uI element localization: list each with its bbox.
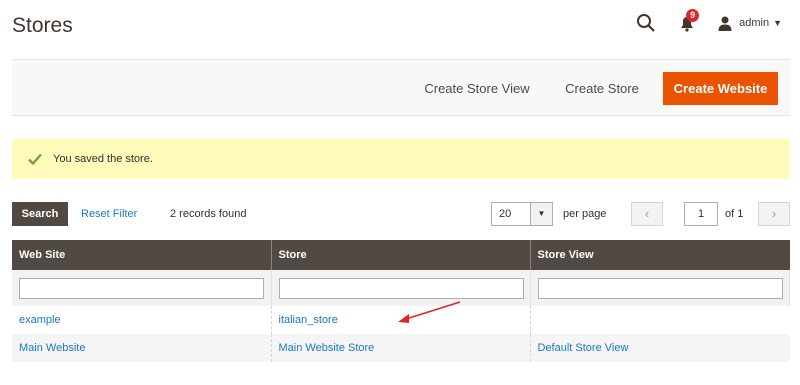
store-filter-input[interactable]	[278, 277, 524, 299]
per-page-value: 20	[499, 208, 512, 220]
website-filter-input[interactable]	[19, 277, 264, 299]
create-store-view-button[interactable]: Create Store View	[417, 73, 537, 105]
stores-page: Stores 9 admin ▼ Create Store View Creat…	[0, 0, 800, 385]
page-count-label: of 1	[725, 208, 744, 220]
user-icon[interactable]	[718, 16, 732, 31]
store-view-filter-input[interactable]	[537, 277, 783, 299]
create-store-button[interactable]: Create Store	[557, 73, 647, 105]
check-icon	[28, 153, 42, 165]
store-cell: Main Website Store	[271, 334, 531, 362]
previous-page-button[interactable]: ‹	[631, 202, 663, 226]
website-cell: example	[12, 306, 272, 334]
grid-header-row: Web Site Store Store View	[12, 240, 790, 270]
store-view-cell	[530, 306, 790, 334]
notification-badge: 9	[686, 9, 700, 22]
column-header-store-view[interactable]: Store View	[530, 240, 790, 270]
header-actions: 9 admin ▼	[636, 9, 782, 34]
filter-cell-website	[12, 270, 272, 306]
next-page-button[interactable]: ›	[758, 202, 790, 226]
search-button[interactable]: Search	[12, 202, 68, 226]
reset-filter-link[interactable]: Reset Filter	[81, 208, 137, 220]
website-cell: Main Website	[12, 334, 272, 362]
page-actions-bar: Create Store View Create Store Create We…	[12, 59, 790, 116]
records-found: 2 records found	[170, 208, 247, 220]
message-text: You saved the store.	[53, 153, 153, 165]
filter-cell-store-view	[530, 270, 790, 306]
annotation-arrow-icon	[398, 301, 461, 323]
success-message: You saved the store.	[12, 139, 790, 179]
store-link[interactable]: italian_store	[279, 314, 338, 326]
store-view-link[interactable]: Default Store View	[538, 342, 629, 354]
store-link[interactable]: Main Website Store	[279, 342, 375, 354]
website-link[interactable]: Main Website	[19, 342, 85, 354]
create-website-button[interactable]: Create Website	[663, 72, 778, 105]
user-menu[interactable]: admin	[739, 17, 769, 29]
per-page-select[interactable]: 20 ▼	[491, 202, 553, 226]
search-icon[interactable]	[636, 13, 656, 33]
caret-down-icon[interactable]: ▼	[773, 18, 782, 28]
page-number-input[interactable]: 1	[684, 202, 718, 226]
table-row: Main Website Main Website Store Default …	[12, 334, 790, 362]
store-view-cell: Default Store View	[530, 334, 790, 362]
column-header-website[interactable]: Web Site	[12, 240, 272, 270]
column-header-store[interactable]: Store	[271, 240, 531, 270]
website-link[interactable]: example	[19, 314, 61, 326]
notifications-button[interactable]: 9	[678, 9, 700, 32]
page-title: Stores	[12, 14, 73, 37]
select-arrow-icon[interactable]: ▼	[530, 203, 552, 225]
per-page-label: per page	[563, 208, 607, 220]
grid-controls: Search Reset Filter 2 records found 20 ▼…	[12, 202, 790, 226]
